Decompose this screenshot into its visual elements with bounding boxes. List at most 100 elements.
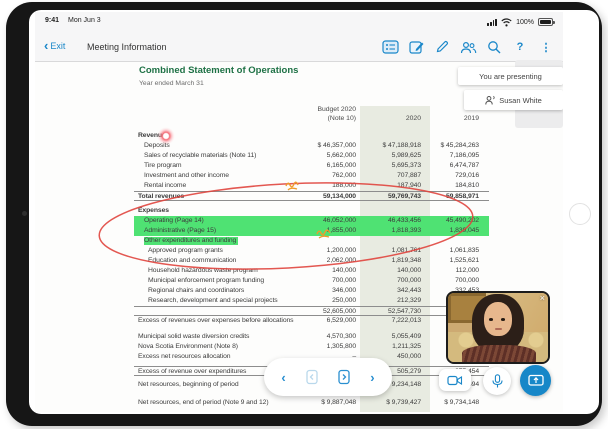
table-row: Net resources, end of period (Note 9 and… <box>134 398 489 408</box>
row-label: Net resources, beginning of period <box>138 381 239 388</box>
row-label: Excess of revenue over expenditures <box>138 368 246 375</box>
cell-2020: 59,769,743 <box>388 193 421 200</box>
table-row: Research, development and special projec… <box>134 296 489 306</box>
cell-2020: 700,000 <box>397 277 421 284</box>
cell-2019: 45,490,202 <box>446 217 479 224</box>
table-row: Regional chairs and coordinators 346,000 3… <box>134 286 489 296</box>
table-row: Rental income 188,000 187,940 184,810 <box>134 181 489 191</box>
row-label: Nova Scotia Environment (Note 8) <box>138 343 238 350</box>
cell-2020: 342,443 <box>397 287 421 294</box>
share-screen-button[interactable] <box>520 365 551 396</box>
cell-budget: 6,529,000 <box>327 317 356 324</box>
mic-icon <box>492 374 503 389</box>
row-label: Sales of recyclable materials (Note 11) <box>144 152 256 159</box>
table-row: Approved program grants1,200,0001,081,76… <box>134 246 489 256</box>
background-tile <box>515 108 563 128</box>
row-label: Other expenditures and funding <box>144 237 238 245</box>
tablet-frame: 9:41 Mon Jun 3 100% <box>6 2 602 426</box>
mic-button[interactable] <box>483 367 511 395</box>
cell-2020: 1,081,761 <box>392 247 421 254</box>
person-speaking-icon <box>485 95 496 105</box>
cell-2020: 505,279 <box>397 368 421 375</box>
row-label: Research, development and special projec… <box>148 297 278 304</box>
cell-2020: 5,695,373 <box>392 162 421 169</box>
self-video-thumbnail[interactable]: × <box>446 291 550 364</box>
cell-budget: 250,000 <box>332 297 356 304</box>
cell-2020: 46,433,456 <box>388 217 421 224</box>
cell-2020: 9,234,148 <box>392 381 421 388</box>
cell-2020: 7,222,013 <box>392 317 421 324</box>
cell-2020: 1,819,348 <box>392 257 421 264</box>
presenter-pill[interactable]: Susan White <box>464 90 563 110</box>
cell-2020: 1,211,325 <box>392 343 421 350</box>
home-button[interactable] <box>569 203 591 225</box>
chevron-right-icon[interactable]: › <box>370 370 374 385</box>
cell-budget: 346,000 <box>332 287 356 294</box>
table-row: 52,605,00052,547,730 <box>134 306 489 316</box>
table-row: Tire program6,165,0005,695,3736,474,787 <box>134 161 489 171</box>
row-label: Regional chairs and coordinators <box>148 287 244 294</box>
row-label: Household hazardous waste program <box>148 267 258 274</box>
laser-pointer <box>157 127 175 145</box>
table-row: Education and communication2,062,0001,81… <box>134 256 489 266</box>
table-row: Municipal solid waste diversion credits4… <box>134 332 489 342</box>
row-label: Approved program grants <box>148 247 223 254</box>
row-label: Municipal enforcement program funding <box>148 277 264 284</box>
table-row: Excess of revenues over expenses before … <box>134 316 489 326</box>
cell-2019: 1,839,045 <box>450 227 479 234</box>
cell-budget: 1,305,800 <box>327 343 356 350</box>
cell-budget: 4,570,300 <box>327 333 356 340</box>
cell-budget: 2,062,000 <box>327 257 356 264</box>
cell-budget: 188,000 <box>332 182 356 189</box>
front-camera <box>22 211 27 216</box>
cell-2019: 1,525,621 <box>450 257 479 264</box>
page-previous-icon[interactable] <box>305 369 319 385</box>
page-nav-pill: ‹ › <box>264 358 392 396</box>
camera-icon <box>447 375 463 386</box>
cell-2019: 184,810 <box>455 182 479 189</box>
row-label: Administrative (Page 15) <box>144 227 216 234</box>
presenting-banner: You are presenting <box>458 67 563 85</box>
cell-budget: 762,000 <box>332 172 356 179</box>
table-row: Household hazardous waste program 140,000… <box>134 266 489 276</box>
cell-2019: $ 9,734,148 <box>444 399 479 406</box>
row-label: Rental income <box>144 182 186 189</box>
chevron-left-icon[interactable]: ‹ <box>281 370 285 385</box>
table-row: Deposits$ 46,357,000$ 47,188,918$ 45,284… <box>134 141 489 151</box>
row-label: Net resources, end of period (Note 9 and… <box>138 399 268 406</box>
cell-2020: 5,989,625 <box>392 152 421 159</box>
row-label: Tire program <box>144 162 181 169</box>
cell-2020: 187,940 <box>397 182 421 189</box>
camera-button[interactable] <box>439 369 471 391</box>
cell-budget: 140,000 <box>332 267 356 274</box>
close-icon[interactable]: × <box>540 293 545 303</box>
cell-2019: 700,000 <box>455 277 479 284</box>
cell-2019: 6,474,787 <box>450 162 479 169</box>
table-row: Nova Scotia Environment (Note 8) 1,305,80… <box>134 342 489 352</box>
stage: 9:41 Mon Jun 3 100% <box>0 0 608 429</box>
table-row: Operating (Page 14)46,052,00046,433,4564… <box>134 216 489 226</box>
page-next-icon[interactable] <box>337 369 351 385</box>
cell-2019: 112,000 <box>456 267 479 274</box>
cell-budget: 52,605,000 <box>323 308 356 315</box>
share-screen-icon <box>528 374 544 388</box>
presenter-name: Susan White <box>499 96 542 105</box>
scribble-annotation <box>285 181 301 192</box>
cell-2020: 1,818,393 <box>392 227 421 234</box>
cell-2020: 140,000 <box>397 267 421 274</box>
cell-budget: 59,134,000 <box>323 193 356 200</box>
cell-2019: 1,061,835 <box>450 247 479 254</box>
cell-budget: $ 9,887,048 <box>321 399 356 406</box>
screen: 9:41 Mon Jun 3 100% <box>35 12 563 412</box>
cell-budget: 5,662,000 <box>327 152 356 159</box>
cell-budget: $ 46,357,000 <box>318 142 357 149</box>
row-label: Expenses <box>138 207 169 214</box>
table-row: Administrative (Page 15)1,855,0001,818,3… <box>134 226 489 236</box>
row-label: Investment and other income <box>144 172 229 179</box>
table-row: Revenues <box>134 131 489 141</box>
cell-2020: $ 47,188,918 <box>383 142 422 149</box>
table-row: Investment and other income762,000707,88… <box>134 171 489 181</box>
table-row: Sales of recyclable materials (Note 11) 5… <box>134 151 489 161</box>
scribble-annotation <box>316 228 333 240</box>
cell-2020: 5,055,409 <box>392 333 421 340</box>
